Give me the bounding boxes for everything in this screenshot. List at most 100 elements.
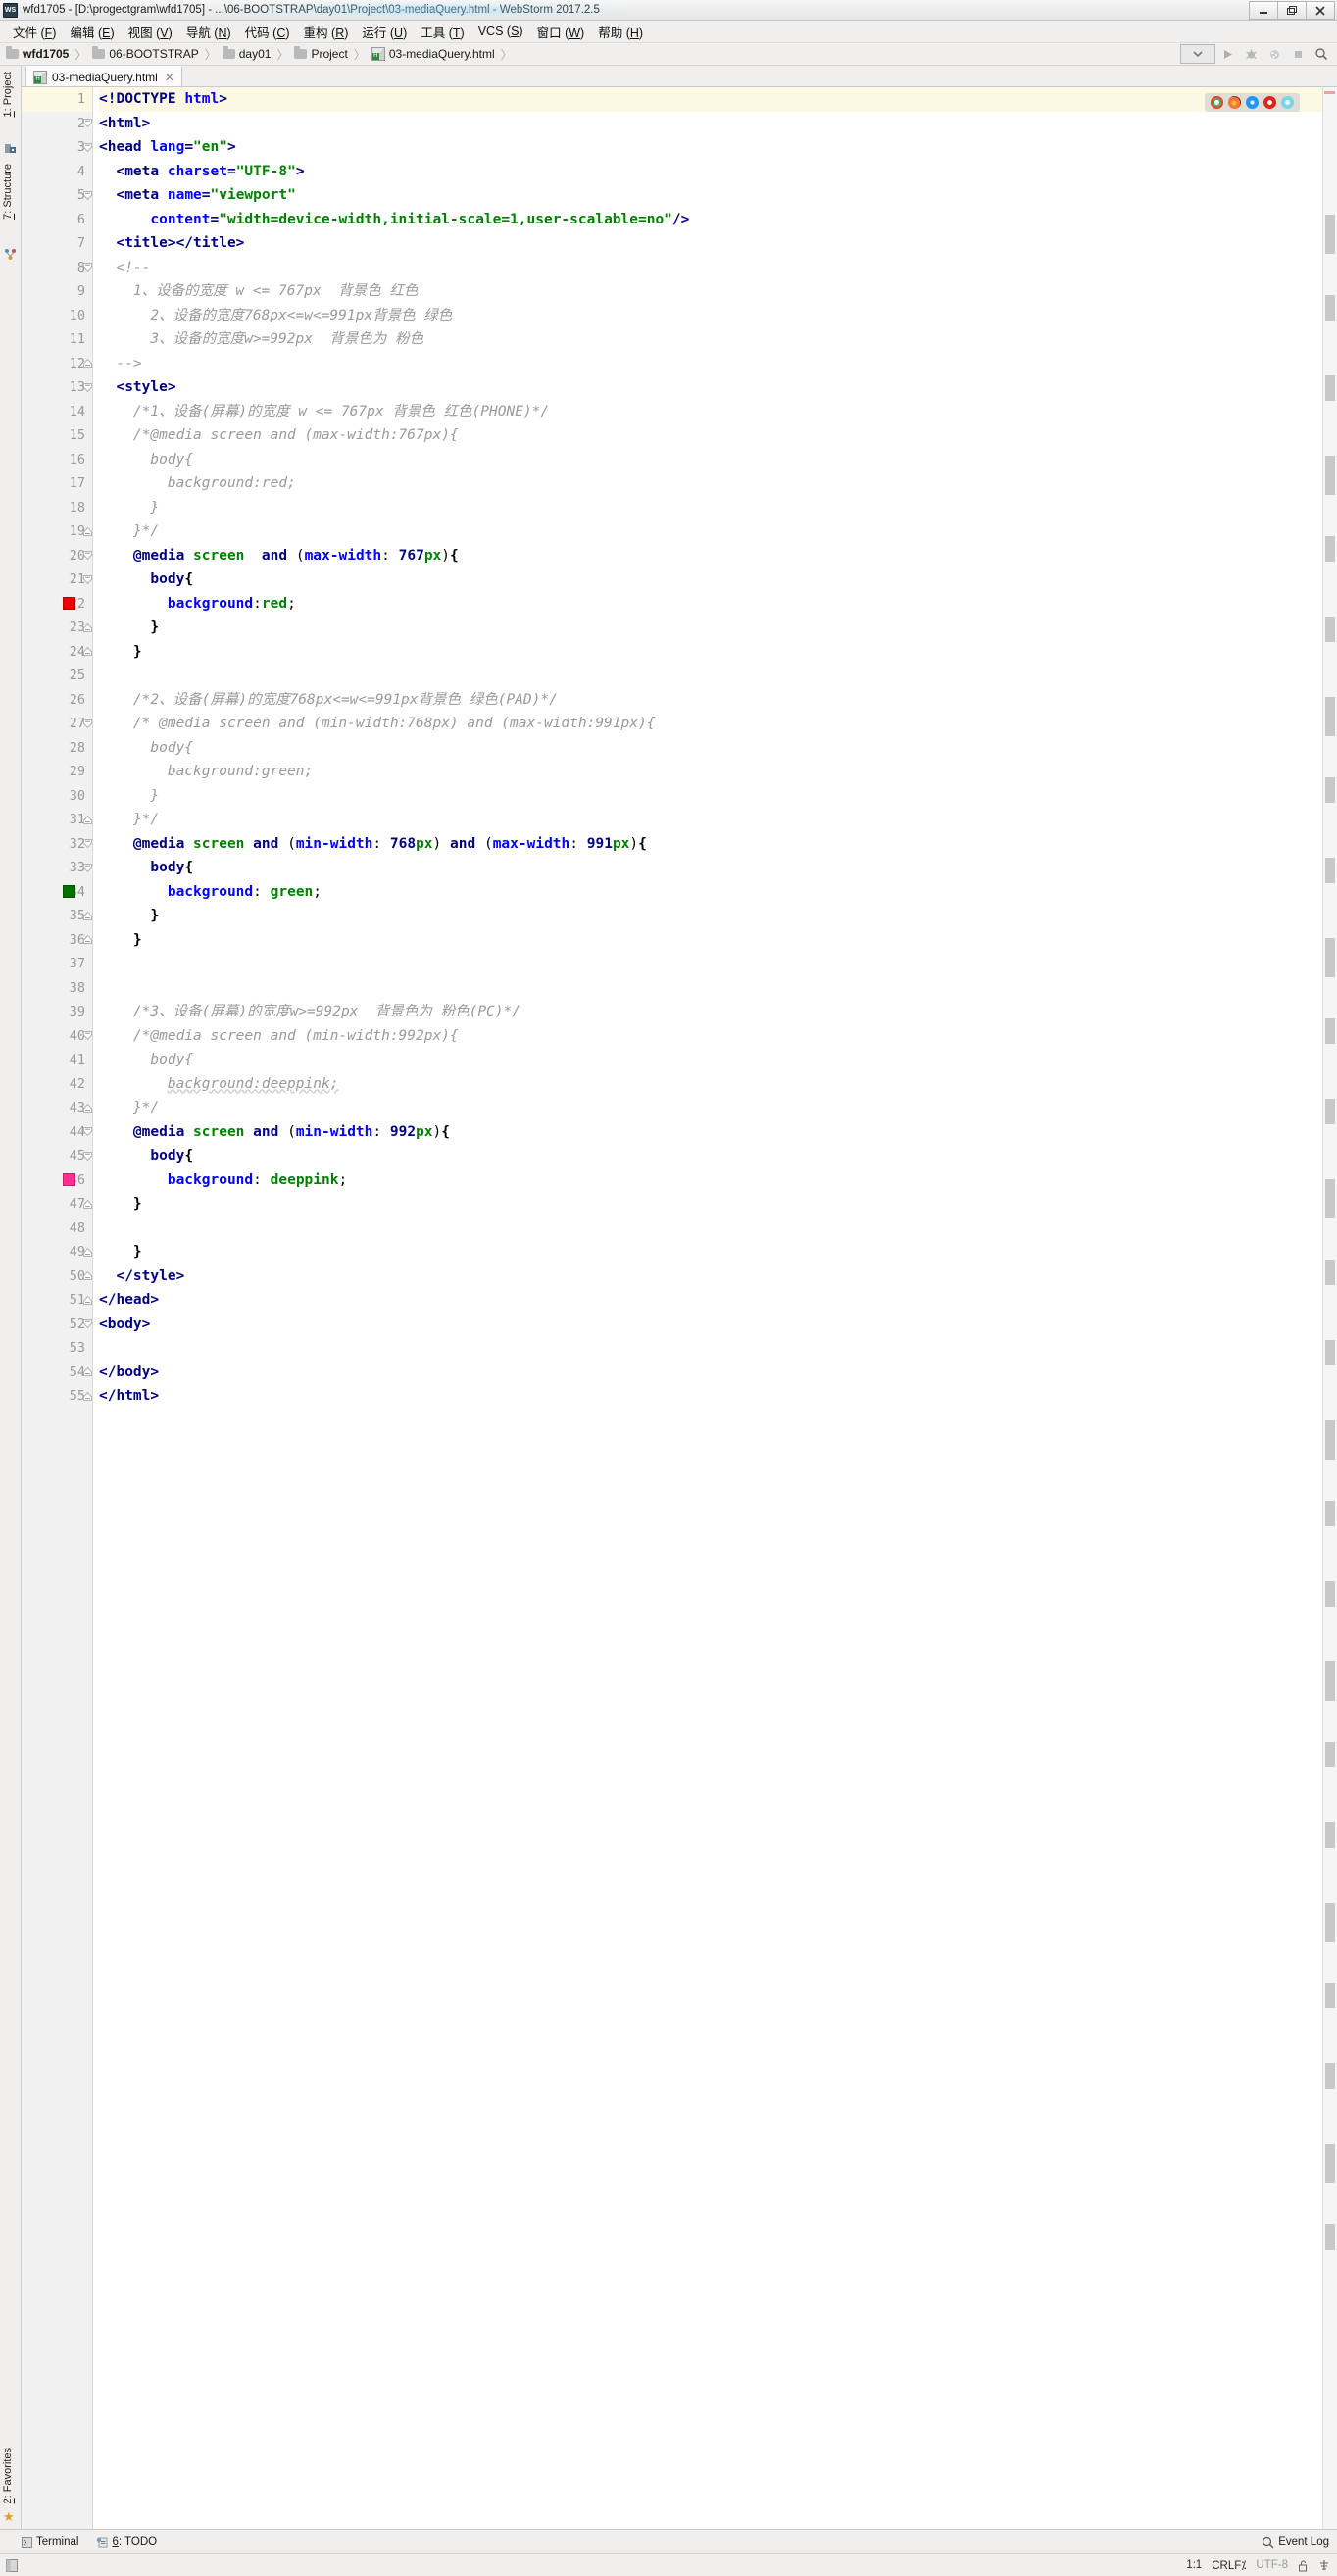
- menu-window[interactable]: 窗口 (W): [530, 21, 592, 43]
- search-icon[interactable]: [1310, 45, 1333, 63]
- line-number-row[interactable]: 48: [22, 1216, 92, 1241]
- code-line[interactable]: [99, 1216, 1322, 1241]
- line-number-row[interactable]: 55: [22, 1384, 92, 1409]
- code-line[interactable]: @media screen and (min-width: 768px) and…: [99, 832, 1322, 857]
- stop-icon[interactable]: [1286, 45, 1310, 63]
- code-line[interactable]: /*1、设备(屏幕)的宽度 w <= 767px 背景色 红色(PHONE)*/: [99, 400, 1322, 424]
- code-line[interactable]: background:red;: [99, 471, 1322, 496]
- code-line[interactable]: }: [99, 496, 1322, 520]
- encoding[interactable]: UTF-8: [1256, 2559, 1288, 2571]
- sidebar-tab-favorites[interactable]: 2: Favorites: [2, 2448, 14, 2503]
- tool-window-toggle-icon[interactable]: [6, 2558, 18, 2572]
- restore-icon[interactable]: [1277, 1, 1307, 20]
- line-number-row[interactable]: 29: [22, 760, 92, 784]
- line-number-row[interactable]: 11: [22, 327, 92, 352]
- code-line[interactable]: <title></title>: [99, 231, 1322, 256]
- code-line[interactable]: body{: [99, 1048, 1322, 1072]
- code-line[interactable]: <body>: [99, 1313, 1322, 1337]
- fold-open-icon[interactable]: [82, 550, 93, 561]
- line-number-row[interactable]: 36: [22, 928, 92, 953]
- line-number-row[interactable]: 45: [22, 1144, 92, 1168]
- fold-close-icon[interactable]: [82, 1295, 93, 1306]
- line-number-row[interactable]: 3: [22, 135, 92, 160]
- code-line[interactable]: /*2、设备(屏幕)的宽度768px<=w<=991px背景色 绿色(PAD)*…: [99, 688, 1322, 713]
- code-line[interactable]: }*/: [99, 520, 1322, 544]
- code-line[interactable]: body{: [99, 568, 1322, 592]
- line-number-row[interactable]: 51: [22, 1288, 92, 1313]
- fold-close-icon[interactable]: [82, 1366, 93, 1377]
- line-number-row[interactable]: 49: [22, 1240, 92, 1264]
- line-number-row[interactable]: 46: [22, 1168, 92, 1193]
- line-number-row[interactable]: 34: [22, 880, 92, 905]
- code-line[interactable]: }: [99, 640, 1322, 665]
- line-number-row[interactable]: 17: [22, 471, 92, 496]
- fold-close-icon[interactable]: [82, 1391, 93, 1402]
- code-line[interactable]: background: green;: [99, 880, 1322, 905]
- code-line[interactable]: </head>: [99, 1288, 1322, 1313]
- line-number-row[interactable]: 54: [22, 1361, 92, 1385]
- fold-close-icon[interactable]: [82, 1270, 93, 1281]
- line-number-row[interactable]: 5: [22, 183, 92, 208]
- code-line[interactable]: }: [99, 784, 1322, 809]
- marker-scrollbar[interactable]: [1322, 87, 1337, 2529]
- line-number-row[interactable]: 50: [22, 1264, 92, 1289]
- code-line[interactable]: <style>: [99, 375, 1322, 400]
- fold-close-icon[interactable]: [82, 1247, 93, 1258]
- tool-window-todo[interactable]: 6: TODO: [96, 2536, 157, 2548]
- code-line[interactable]: 2、设备的宽度768px<=w<=991px背景色 绿色: [99, 304, 1322, 328]
- explorer-icon[interactable]: [1281, 96, 1294, 109]
- line-number-row[interactable]: 18: [22, 496, 92, 520]
- code-line[interactable]: [99, 664, 1322, 688]
- code-line[interactable]: body{: [99, 736, 1322, 761]
- line-number-row[interactable]: 43: [22, 1096, 92, 1120]
- code-line[interactable]: <meta charset="UTF-8">: [99, 160, 1322, 184]
- breadcrumb-item-project[interactable]: Project: [294, 46, 348, 61]
- fold-open-icon[interactable]: [82, 142, 93, 153]
- fold-close-icon[interactable]: [82, 815, 93, 825]
- line-number-row[interactable]: 42: [22, 1072, 92, 1097]
- fold-close-icon[interactable]: [82, 646, 93, 657]
- line-number-row[interactable]: 23: [22, 616, 92, 640]
- line-number-row[interactable]: 1: [22, 87, 92, 112]
- breakpoint-marker[interactable]: [63, 1173, 75, 1187]
- code-line[interactable]: background:green;: [99, 760, 1322, 784]
- line-number-row[interactable]: 20: [22, 544, 92, 569]
- line-number-row[interactable]: 44: [22, 1120, 92, 1145]
- code-line[interactable]: }*/: [99, 1096, 1322, 1120]
- fold-close-icon[interactable]: [82, 622, 93, 633]
- breadcrumb-item-file[interactable]: 03-mediaQuery.html: [371, 47, 495, 61]
- code-line[interactable]: <meta name="viewport": [99, 183, 1322, 208]
- line-number-row[interactable]: 27: [22, 712, 92, 736]
- menu-refactor[interactable]: 重构 (R): [297, 21, 356, 43]
- fold-open-icon[interactable]: [82, 718, 93, 729]
- fold-close-icon[interactable]: [82, 934, 93, 945]
- line-number-row[interactable]: 41: [22, 1048, 92, 1072]
- line-number-row[interactable]: 7: [22, 231, 92, 256]
- line-number-row[interactable]: 38: [22, 976, 92, 1001]
- code-line[interactable]: <!DOCTYPE html>: [99, 87, 1322, 112]
- line-number-row[interactable]: 19: [22, 520, 92, 544]
- fold-close-icon[interactable]: [82, 526, 93, 537]
- line-number-row[interactable]: 40: [22, 1024, 92, 1049]
- fold-open-icon[interactable]: [82, 863, 93, 873]
- code-line[interactable]: </style>: [99, 1264, 1322, 1289]
- code-line[interactable]: 1、设备的宽度 w <= 767px 背景色 红色: [99, 279, 1322, 304]
- code-line[interactable]: <html>: [99, 112, 1322, 136]
- fold-open-icon[interactable]: [82, 1126, 93, 1137]
- breadcrumb-item-wfd1705[interactable]: wfd1705: [6, 46, 69, 61]
- menu-navigate[interactable]: 导航 (N): [179, 21, 238, 43]
- line-separator[interactable]: CRLF⁒: [1212, 2558, 1246, 2572]
- fold-open-icon[interactable]: [82, 838, 93, 849]
- line-number-row[interactable]: 6: [22, 208, 92, 232]
- menu-vcs[interactable]: VCS (S): [471, 23, 530, 40]
- fold-open-icon[interactable]: [82, 382, 93, 393]
- inspection-icon[interactable]: [1317, 2559, 1331, 2572]
- code-editor[interactable]: <!DOCTYPE html> <html> <head lang="en"> <m…: [93, 87, 1322, 2529]
- close-icon[interactable]: [1306, 1, 1335, 20]
- breakpoint-marker[interactable]: [63, 885, 75, 899]
- code-line[interactable]: </html>: [99, 1384, 1322, 1409]
- code-line[interactable]: }*/: [99, 808, 1322, 832]
- menu-tools[interactable]: 工具 (T): [414, 21, 470, 43]
- fold-close-icon[interactable]: [82, 1199, 93, 1210]
- code-line[interactable]: [99, 976, 1322, 1001]
